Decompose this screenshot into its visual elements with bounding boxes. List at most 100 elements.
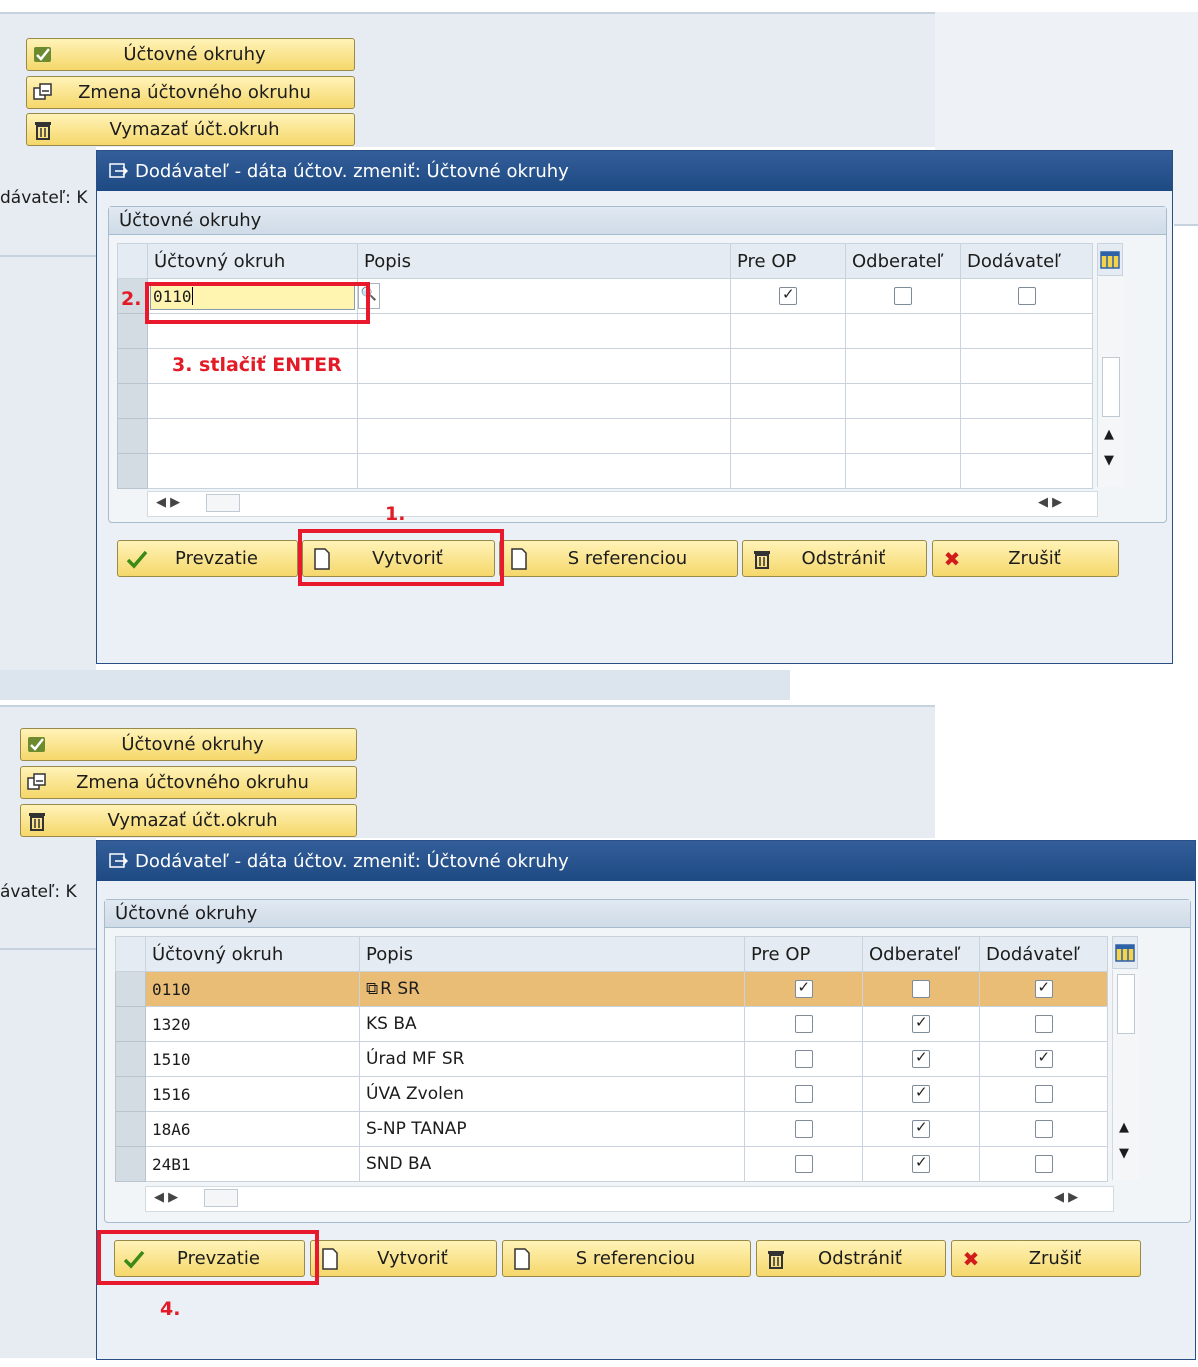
table-settings-icon[interactable] bbox=[1097, 243, 1123, 276]
accounting-area-code[interactable]: 0110 bbox=[145, 971, 360, 1007]
delete-area-button[interactable]: Vymazať účt.okruh bbox=[26, 113, 355, 146]
vendor-checkbox[interactable] bbox=[1034, 1085, 1053, 1103]
scroll-left-icon[interactable]: ◀ ▶ bbox=[156, 495, 180, 510]
pre-op-checkbox[interactable] bbox=[794, 1120, 813, 1138]
accounting-area-code[interactable]: 1516 bbox=[145, 1076, 360, 1112]
col-vendor[interactable]: Dodávateľ bbox=[960, 243, 1093, 279]
customer-checkbox[interactable] bbox=[912, 1013, 930, 1033]
accounting-area-code[interactable]: 18A6 bbox=[145, 1111, 360, 1147]
table-row[interactable]: 1320 KS BA bbox=[115, 1006, 1108, 1042]
table-row[interactable]: 1510 Úrad MF SR bbox=[115, 1041, 1108, 1077]
description-cell: SND BA bbox=[359, 1146, 745, 1182]
create-button[interactable]: Vytvoriť bbox=[310, 1240, 497, 1277]
scroll-up-icon[interactable]: ▲ bbox=[1119, 1120, 1129, 1135]
copy-icon[interactable]: ⧉ bbox=[366, 979, 378, 999]
col-description[interactable]: Popis bbox=[359, 936, 745, 972]
with-reference-button[interactable]: S referenciou bbox=[502, 1240, 751, 1277]
delete-area-button[interactable]: Vymazať účt.okruh bbox=[20, 804, 357, 837]
table-header: Účtovný okruh Popis Pre OP Odberateľ Dod… bbox=[117, 243, 1093, 279]
customer-checkbox[interactable] bbox=[912, 1048, 930, 1068]
row-selector[interactable] bbox=[117, 383, 148, 419]
accept-button[interactable]: Prevzatie bbox=[117, 540, 298, 577]
trash-icon bbox=[31, 118, 55, 142]
scroll-up-icon[interactable]: ▲ bbox=[1104, 427, 1114, 442]
vendor-checkbox[interactable] bbox=[1034, 1048, 1053, 1068]
table-row[interactable]: 18A6 S-NP TANAP bbox=[115, 1111, 1108, 1147]
accounting-area-code[interactable]: 24B1 bbox=[145, 1146, 360, 1182]
h-scroll-thumb[interactable] bbox=[206, 494, 240, 512]
pre-op-checkbox[interactable] bbox=[794, 978, 813, 998]
accounting-areas-button[interactable]: Účtovné okruhy bbox=[26, 38, 355, 71]
col-accounting-area[interactable]: Účtovný okruh bbox=[145, 936, 360, 972]
col-customer[interactable]: Odberateľ bbox=[845, 243, 961, 279]
horizontal-scrollbar[interactable]: ◀ ▶ ◀ ▶ bbox=[145, 1186, 1114, 1212]
customer-checkbox[interactable] bbox=[912, 1153, 930, 1173]
with-reference-button[interactable]: S referenciou bbox=[499, 540, 738, 577]
table-row[interactable]: 24B1 SND BA bbox=[115, 1146, 1108, 1182]
row-selector[interactable] bbox=[115, 971, 146, 1007]
cancel-button[interactable]: ✖ Zrušiť bbox=[951, 1240, 1141, 1277]
col-vendor[interactable]: Dodávateľ bbox=[979, 936, 1108, 972]
vendor-checkbox[interactable] bbox=[1034, 1015, 1053, 1033]
col-description[interactable]: Popis bbox=[357, 243, 731, 279]
scroll-down-icon[interactable]: ▼ bbox=[1119, 1146, 1129, 1161]
vertical-scrollbar[interactable]: ▲ ▼ bbox=[1097, 277, 1124, 487]
change-area-button[interactable]: Zmena účtovného okruhu bbox=[20, 766, 357, 799]
customer-checkbox[interactable] bbox=[912, 1083, 930, 1103]
vendor-checkbox[interactable] bbox=[1034, 1120, 1053, 1138]
cancel-x-icon: ✖ bbox=[962, 1246, 980, 1271]
scroll-thumb[interactable] bbox=[1117, 974, 1135, 1034]
scroll-down-icon[interactable]: ▼ bbox=[1104, 453, 1114, 468]
pre-op-checkbox[interactable] bbox=[794, 1015, 813, 1033]
vendor-cell bbox=[979, 1111, 1108, 1147]
col-pre-op[interactable]: Pre OP bbox=[730, 243, 846, 279]
table-settings-icon[interactable] bbox=[1112, 936, 1138, 969]
col-customer[interactable]: Odberateľ bbox=[862, 936, 980, 972]
checkmark-icon bbox=[124, 546, 150, 572]
with-reference-label: S referenciou bbox=[567, 548, 688, 569]
scroll-thumb[interactable] bbox=[1102, 357, 1120, 417]
accounting-areas-button[interactable]: Účtovné okruhy bbox=[20, 728, 357, 761]
customer-checkbox[interactable] bbox=[894, 287, 912, 305]
scroll-right-icon[interactable]: ◀ ▶ bbox=[1054, 1190, 1078, 1205]
scroll-right-icon[interactable]: ◀ ▶ bbox=[1038, 495, 1062, 510]
col-accounting-area[interactable]: Účtovný okruh bbox=[147, 243, 358, 279]
row-selector[interactable] bbox=[117, 453, 148, 489]
row-selector[interactable] bbox=[115, 1006, 146, 1042]
change-area-button[interactable]: Zmena účtovného okruhu bbox=[26, 76, 355, 109]
pre-op-checkbox[interactable] bbox=[779, 285, 797, 305]
accounting-area-code[interactable]: 1320 bbox=[145, 1006, 360, 1042]
description-cell: S-NP TANAP bbox=[359, 1111, 745, 1147]
row-selector[interactable] bbox=[115, 1146, 146, 1182]
remove-button[interactable]: Odstrániť bbox=[742, 540, 927, 577]
select-all-cell[interactable] bbox=[117, 243, 148, 279]
row-selector[interactable] bbox=[115, 1041, 146, 1077]
horizontal-scrollbar[interactable]: ◀ ▶ ◀ ▶ bbox=[147, 491, 1098, 517]
customer-checkbox[interactable] bbox=[912, 1118, 930, 1138]
vendor-checkbox[interactable] bbox=[1034, 978, 1053, 998]
cancel-button[interactable]: ✖ Zrušiť bbox=[932, 540, 1119, 577]
vendor-cell bbox=[979, 1146, 1108, 1182]
h-scroll-thumb[interactable] bbox=[204, 1189, 238, 1207]
pre-op-checkbox[interactable] bbox=[794, 1085, 813, 1103]
accounting-area-code[interactable]: 1510 bbox=[145, 1041, 360, 1077]
pre-op-cell bbox=[744, 1041, 863, 1077]
vendor-checkbox[interactable] bbox=[1034, 1155, 1053, 1173]
select-all-cell[interactable] bbox=[115, 936, 146, 972]
customer-checkbox[interactable] bbox=[912, 980, 930, 998]
pre-op-cell bbox=[744, 1006, 863, 1042]
row-selector[interactable] bbox=[115, 1111, 146, 1147]
pre-op-checkbox[interactable] bbox=[794, 1155, 813, 1173]
row-selector[interactable] bbox=[115, 1076, 146, 1112]
row-selector[interactable] bbox=[117, 313, 148, 349]
scroll-left-icon[interactable]: ◀ ▶ bbox=[154, 1190, 178, 1205]
remove-button[interactable]: Odstrániť bbox=[756, 1240, 946, 1277]
row-selector[interactable] bbox=[117, 418, 148, 454]
table-row[interactable]: 1516 ÚVA Zvolen bbox=[115, 1076, 1108, 1112]
vendor-checkbox[interactable] bbox=[1017, 287, 1036, 305]
col-pre-op[interactable]: Pre OP bbox=[744, 936, 863, 972]
table-row[interactable]: 0110 ⧉ R SR bbox=[115, 971, 1108, 1007]
pre-op-checkbox[interactable] bbox=[794, 1050, 813, 1068]
row-selector[interactable] bbox=[117, 348, 148, 384]
vertical-scrollbar[interactable]: ▲ ▼ bbox=[1112, 970, 1139, 1180]
